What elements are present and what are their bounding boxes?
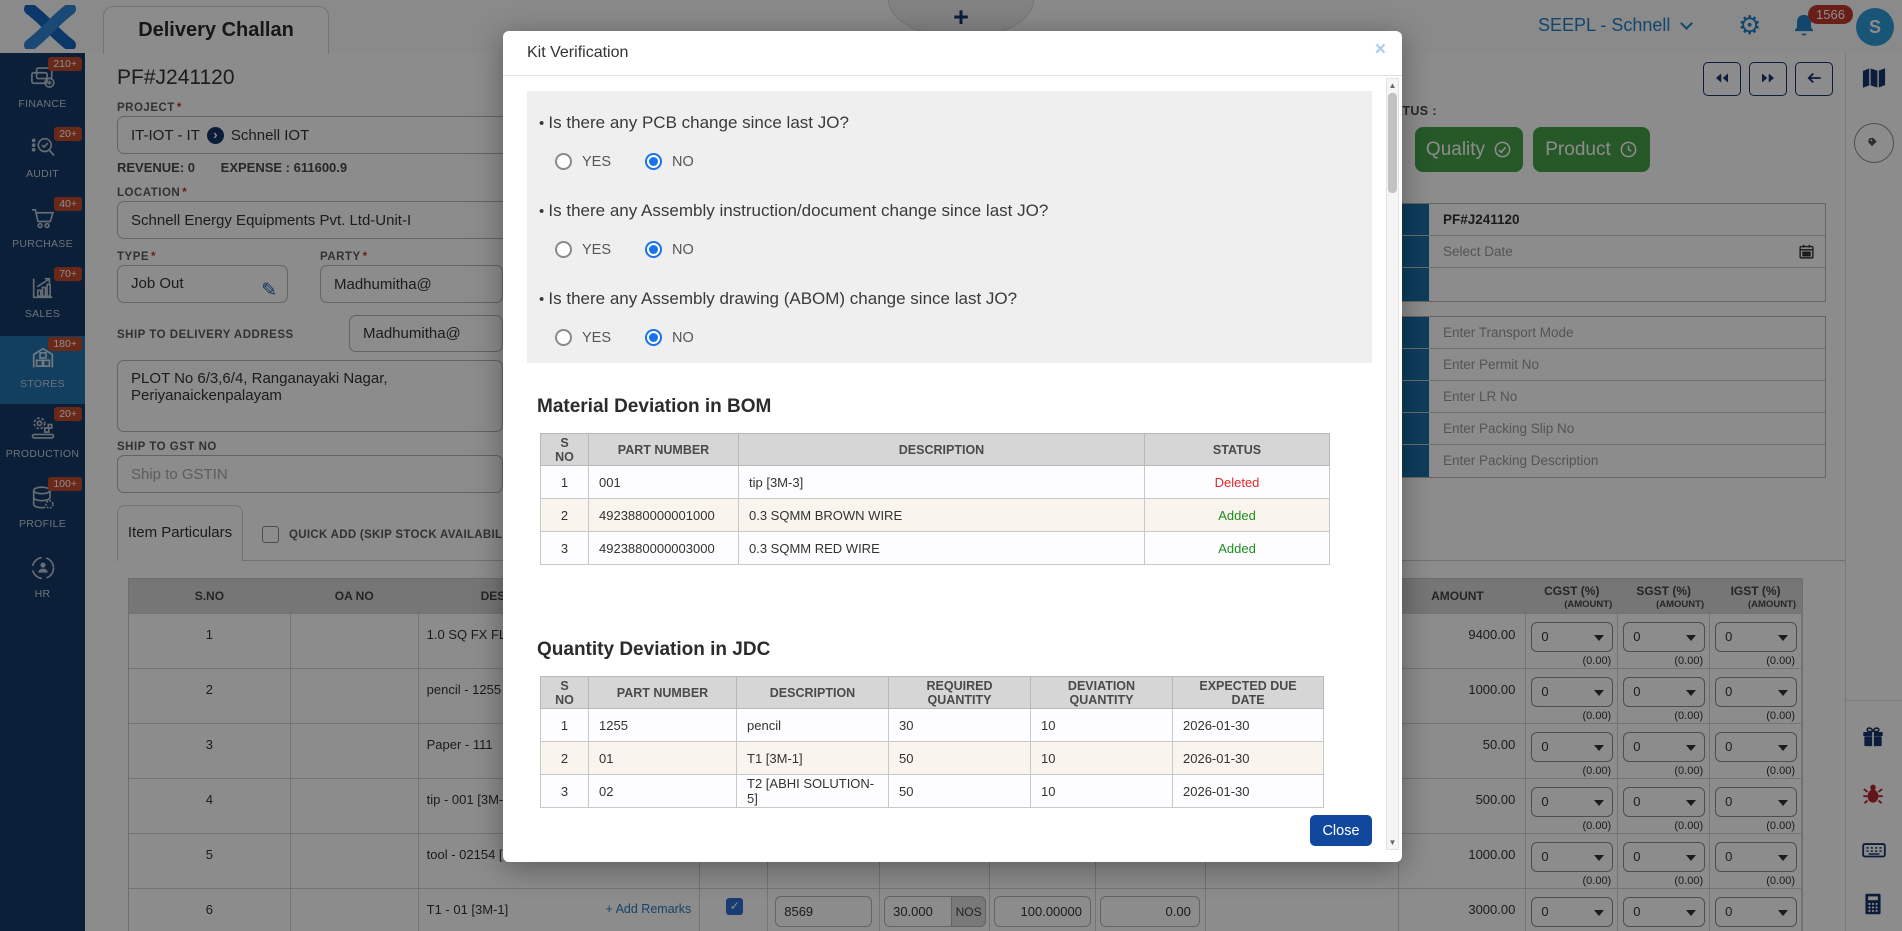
jdc-sno: 2 [541, 742, 589, 775]
jdc-col-required: REQUIRED QUANTITY [889, 677, 1031, 709]
jdc-deviation: 10 [1031, 709, 1173, 742]
radio-yes[interactable] [555, 153, 572, 170]
bom-section-title: Material Deviation in BOM [537, 396, 771, 418]
jdc-row: 3 02 T2 [ABHI SOLUTION-5] 50 10 2026-01-… [541, 775, 1324, 808]
bom-col-sno: S NO [541, 434, 589, 466]
radio-no[interactable] [645, 329, 662, 346]
scroll-up-icon[interactable]: ▲ [1387, 81, 1398, 90]
yes-label: YES [582, 242, 611, 258]
bom-status: Deleted [1145, 466, 1330, 499]
no-label: NO [672, 242, 694, 258]
bom-status: Added [1145, 499, 1330, 532]
jdc-row: 1 1255 pencil 30 10 2026-01-30 [541, 709, 1324, 742]
jdc-part: 1255 [589, 709, 737, 742]
kit-verification-modal: Kit Verification × ▲ ▼ Is there any PCB … [503, 31, 1402, 862]
jdc-part: 01 [589, 742, 737, 775]
modal-header: Kit Verification × [503, 31, 1402, 76]
jdc-part: 02 [589, 775, 737, 808]
bom-col-status: STATUS [1145, 434, 1330, 466]
jdc-row: 2 01 T1 [3M-1] 50 10 2026-01-30 [541, 742, 1324, 775]
radio-yes[interactable] [555, 241, 572, 258]
jdc-deviation: 10 [1031, 775, 1173, 808]
jdc-required: 30 [889, 709, 1031, 742]
bom-sno: 3 [541, 532, 589, 565]
jdc-sno: 1 [541, 709, 589, 742]
modal-scrollbar[interactable]: ▲ ▼ [1386, 78, 1399, 850]
close-button[interactable]: Close [1310, 815, 1372, 846]
radio-yes[interactable] [555, 329, 572, 346]
modal-title: Kit Verification [527, 44, 628, 62]
scroll-down-icon[interactable]: ▼ [1387, 838, 1398, 847]
bom-col-part: PART NUMBER [589, 434, 739, 466]
bom-sno: 2 [541, 499, 589, 532]
question-pcb-answers: YES NO [555, 153, 694, 170]
jdc-table: S NO PART NUMBER DESCRIPTION REQUIRED QU… [540, 676, 1324, 808]
jdc-col-part: PART NUMBER [589, 677, 737, 709]
no-label: NO [672, 330, 694, 346]
scrollbar-thumb[interactable] [1388, 93, 1397, 193]
no-label: NO [672, 154, 694, 170]
jdc-due-date: 2026-01-30 [1173, 742, 1324, 775]
bom-desc: 0.3 SQMM BROWN WIRE [739, 499, 1145, 532]
radio-no[interactable] [645, 241, 662, 258]
jdc-col-deviation: DEVIATION QUANTITY [1031, 677, 1173, 709]
bom-desc: tip [3M-3] [739, 466, 1145, 499]
bom-row: 3 4923880000003000 0.3 SQMM RED WIRE Add… [541, 532, 1330, 565]
jdc-desc: T2 [ABHI SOLUTION-5] [737, 775, 889, 808]
question-assembly-drawing-answers: YES NO [555, 329, 694, 346]
question-assembly-instruction-answers: YES NO [555, 241, 694, 258]
jdc-required: 50 [889, 742, 1031, 775]
question-pcb: Is there any PCB change since last JO? [539, 113, 849, 133]
bom-row: 1 001 tip [3M-3] Deleted [541, 466, 1330, 499]
app-screen: Delivery Challan + SEEPL - Schnell ⚙ 156… [0, 0, 1902, 931]
bom-part: 4923880000003000 [589, 532, 739, 565]
jdc-sno: 3 [541, 775, 589, 808]
jdc-section-title: Quantity Deviation in JDC [537, 639, 770, 661]
bom-table: S NO PART NUMBER DESCRIPTION STATUS 1 00… [540, 433, 1330, 565]
jdc-desc: pencil [737, 709, 889, 742]
bom-status: Added [1145, 532, 1330, 565]
bom-row: 2 4923880000001000 0.3 SQMM BROWN WIRE A… [541, 499, 1330, 532]
radio-no[interactable] [645, 153, 662, 170]
jdc-col-due-date: EXPECTED DUE DATE [1173, 677, 1324, 709]
jdc-required: 50 [889, 775, 1031, 808]
jdc-col-sno: S NO [541, 677, 589, 709]
question-assembly-instruction: Is there any Assembly instruction/docume… [539, 201, 1048, 221]
bom-sno: 1 [541, 466, 589, 499]
yes-label: YES [582, 330, 611, 346]
jdc-col-desc: DESCRIPTION [737, 677, 889, 709]
jdc-due-date: 2026-01-30 [1173, 775, 1324, 808]
bom-col-desc: DESCRIPTION [739, 434, 1145, 466]
jdc-header-row: S NO PART NUMBER DESCRIPTION REQUIRED QU… [541, 677, 1324, 709]
jdc-deviation: 10 [1031, 742, 1173, 775]
question-panel: Is there any PCB change since last JO? Y… [527, 91, 1372, 363]
jdc-due-date: 2026-01-30 [1173, 709, 1324, 742]
close-icon[interactable]: × [1375, 39, 1386, 61]
bom-part: 4923880000001000 [589, 499, 739, 532]
yes-label: YES [582, 154, 611, 170]
bom-header-row: S NO PART NUMBER DESCRIPTION STATUS [541, 434, 1330, 466]
question-assembly-drawing: Is there any Assembly drawing (ABOM) cha… [539, 289, 1017, 309]
bom-desc: 0.3 SQMM RED WIRE [739, 532, 1145, 565]
bom-part: 001 [589, 466, 739, 499]
jdc-desc: T1 [3M-1] [737, 742, 889, 775]
